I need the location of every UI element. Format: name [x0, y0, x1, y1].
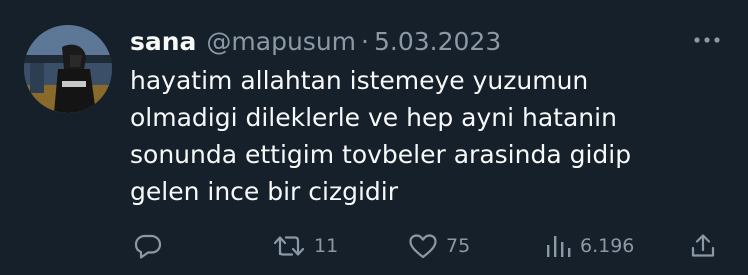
like-count: 75	[446, 235, 471, 257]
reply-icon	[134, 234, 162, 259]
reply-button[interactable]	[134, 229, 170, 263]
retweet-count: 11	[314, 235, 339, 257]
retweet-button[interactable]: 11	[272, 229, 338, 263]
author-handle[interactable]: @mapusum	[206, 27, 356, 56]
tweet-date[interactable]: 5.03.2023	[374, 27, 501, 56]
share-icon	[691, 234, 715, 257]
tweet-text-line: hayatim allahtan istemeye yuzumun	[130, 66, 589, 95]
tweet-text-line: olmadigi dileklerle ve hep ayni hatanin	[130, 103, 617, 132]
separator-dot: ·	[361, 26, 369, 56]
tweet-header: sana @mapusum · 5.03.2023	[130, 24, 501, 58]
share-button[interactable]	[690, 229, 716, 263]
retweet-icon	[273, 236, 305, 256]
heart-icon	[409, 234, 437, 259]
avatar[interactable]	[24, 25, 112, 113]
tweet-text-line: gelen ince bir cizgidir	[130, 177, 398, 206]
like-button[interactable]: 75	[408, 229, 470, 263]
author-display-name[interactable]: sana	[130, 27, 196, 56]
more-options-button[interactable]	[692, 28, 722, 52]
views-button[interactable]: 6.196	[544, 229, 634, 263]
tweet-text: hayatim allahtan istemeye yuzumun olmadi…	[130, 62, 720, 210]
tweet-card[interactable]: sana @mapusum · 5.03.2023 hayatim allaht…	[0, 0, 748, 275]
action-bar: 11 75 6.196	[130, 229, 730, 263]
avatar-image	[24, 25, 112, 113]
views-count: 6.196	[580, 235, 635, 257]
views-bar-chart-icon	[547, 236, 571, 257]
tweet-text-line: sonunda ettigim tovbeler arasinda gidip	[130, 140, 632, 169]
more-dots-icon	[694, 37, 720, 43]
